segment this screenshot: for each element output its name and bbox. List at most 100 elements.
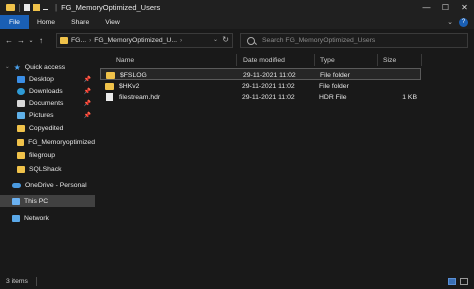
- tab-file[interactable]: File: [0, 15, 29, 29]
- nav-label: FG_Memoryoptimized: [28, 138, 95, 146]
- nav-label: This PC: [24, 197, 49, 205]
- nav-item-desktop[interactable]: Desktop 📌: [0, 73, 95, 85]
- search-icon: [247, 36, 255, 45]
- divider: [19, 3, 20, 12]
- large-icons-view-icon[interactable]: [460, 278, 468, 285]
- tab-home[interactable]: Home: [29, 15, 63, 29]
- ribbon: File Home Share View ⌄ ?: [0, 15, 474, 29]
- folder-icon: [6, 4, 15, 11]
- window-title: FG_MemoryOptimized_Users: [61, 3, 161, 12]
- maximize-button[interactable]: ☐: [436, 0, 455, 15]
- nav-label: Pictures: [29, 111, 54, 119]
- search-box[interactable]: Search FG_MemoryOptimized_Users: [240, 33, 468, 48]
- back-button[interactable]: ←: [3, 34, 15, 48]
- details-view-icon[interactable]: [448, 278, 456, 285]
- column-header-size[interactable]: Size: [383, 54, 396, 66]
- nav-quick-access[interactable]: ⌄ ★ Quick access: [0, 61, 95, 73]
- folder-icon: [60, 37, 68, 44]
- size-cell: 1 KB: [402, 93, 417, 101]
- name-cell[interactable]: filestream.hdr: [105, 91, 160, 103]
- nav-label: Quick access: [24, 63, 66, 71]
- file-name: filestream.hdr: [119, 93, 161, 101]
- expand-ribbon-icon[interactable]: ⌄: [447, 18, 453, 26]
- date-cell: 29-11-2021 11:02: [242, 93, 295, 101]
- recent-locations-button[interactable]: ⌄: [27, 34, 35, 48]
- column-divider[interactable]: [377, 54, 378, 66]
- pin-icon[interactable]: 📌: [84, 88, 91, 95]
- network-icon: [12, 214, 20, 222]
- desktop-icon: [17, 75, 25, 83]
- refresh-icon[interactable]: ↻: [222, 35, 229, 44]
- properties-icon[interactable]: [24, 4, 30, 11]
- address-bar[interactable]: FG... › FG_MemoryOptimized_U... › ⌄ ↻: [56, 33, 233, 48]
- pin-icon[interactable]: 📌: [84, 76, 91, 83]
- column-header-type[interactable]: Type: [320, 54, 335, 66]
- nav-label: filegroup: [29, 151, 56, 159]
- folder-icon: [106, 71, 115, 79]
- tab-share[interactable]: Share: [63, 15, 97, 29]
- type-cell: HDR File: [319, 93, 347, 101]
- folder-icon: [17, 151, 25, 159]
- tab-view[interactable]: View: [97, 15, 128, 29]
- nav-label: Copyedited: [29, 124, 64, 132]
- customize-toolbar-icon[interactable]: [43, 5, 48, 10]
- help-icon[interactable]: ?: [459, 17, 468, 27]
- close-button[interactable]: ✕: [455, 0, 474, 15]
- breadcrumb-segment[interactable]: FG...: [71, 37, 86, 44]
- forward-button[interactable]: →: [15, 34, 27, 48]
- search-placeholder[interactable]: Search FG_MemoryOptimized_Users: [262, 37, 375, 44]
- column-header-name[interactable]: Name: [116, 54, 134, 66]
- title-separator: |: [55, 3, 58, 12]
- star-icon: ★: [13, 62, 21, 72]
- file-row[interactable]: filestream.hdr 29-11-2021 11:02 HDR File…: [100, 91, 421, 103]
- column-divider[interactable]: [314, 54, 315, 66]
- pin-icon[interactable]: 📌: [84, 112, 91, 119]
- folder-icon: [105, 82, 114, 90]
- minimize-button[interactable]: —: [417, 0, 436, 15]
- column-divider[interactable]: [421, 54, 422, 66]
- navigation-pane: ⌄ ★ Quick access Desktop 📌 Downloads 📌 D…: [0, 56, 95, 274]
- chevron-right-icon[interactable]: ›: [180, 37, 182, 44]
- chevron-right-icon[interactable]: ›: [89, 37, 91, 44]
- nav-item-documents[interactable]: Documents 📌: [0, 97, 95, 109]
- address-dropdown-icon[interactable]: ⌄: [213, 36, 218, 43]
- file-name: $HKv2: [119, 82, 140, 90]
- new-folder-icon[interactable]: [33, 4, 40, 11]
- column-divider[interactable]: [236, 54, 237, 66]
- documents-icon: [17, 99, 25, 107]
- divider: [35, 277, 37, 286]
- cloud-icon: [12, 182, 21, 188]
- nav-network[interactable]: Network: [0, 212, 95, 224]
- title-bar: | FG_MemoryOptimized_Users — ☐ ✕: [0, 0, 474, 15]
- address-row: ← → ⌄ ↑ FG... › FG_MemoryOptimized_U... …: [0, 29, 474, 52]
- nav-item-pictures[interactable]: Pictures 📌: [0, 109, 95, 121]
- nav-this-pc[interactable]: This PC: [0, 195, 95, 207]
- folder-icon: [17, 124, 25, 132]
- nav-label: SQLShack: [29, 165, 62, 173]
- nav-label: Desktop: [29, 75, 54, 83]
- nav-item-fg-memoryoptimized[interactable]: FG_Memoryoptimized: [0, 136, 95, 148]
- status-bar: 3 items: [0, 274, 474, 289]
- nav-label: Documents: [29, 99, 64, 107]
- nav-onedrive[interactable]: OneDrive - Personal: [0, 179, 95, 191]
- chevron-down-icon[interactable]: ⌄: [5, 64, 10, 70]
- column-header-date[interactable]: Date modified: [243, 54, 285, 66]
- nav-item-copyedited[interactable]: Copyedited: [0, 122, 95, 134]
- file-name: $FSLOG: [120, 71, 147, 79]
- pin-icon[interactable]: 📌: [84, 100, 91, 107]
- nav-label: Downloads: [29, 87, 63, 95]
- up-button[interactable]: ↑: [35, 34, 47, 48]
- file-row[interactable]: $FSLOG 29-11-2021 11:02 File folder: [100, 68, 421, 80]
- downloads-icon: [17, 87, 25, 95]
- nav-item-downloads[interactable]: Downloads 📌: [0, 85, 95, 97]
- nav-item-filegroup[interactable]: filegroup: [0, 149, 95, 161]
- breadcrumb-segment[interactable]: FG_MemoryOptimized_U...: [94, 37, 177, 44]
- folder-icon: [17, 138, 25, 146]
- folder-icon: [17, 165, 25, 173]
- nav-label: OneDrive - Personal: [25, 181, 87, 189]
- file-icon: [106, 93, 113, 101]
- nav-label: Network: [24, 214, 49, 222]
- pictures-icon: [17, 111, 25, 119]
- computer-icon: [12, 197, 20, 205]
- nav-item-sqlshack[interactable]: SQLShack: [0, 163, 95, 175]
